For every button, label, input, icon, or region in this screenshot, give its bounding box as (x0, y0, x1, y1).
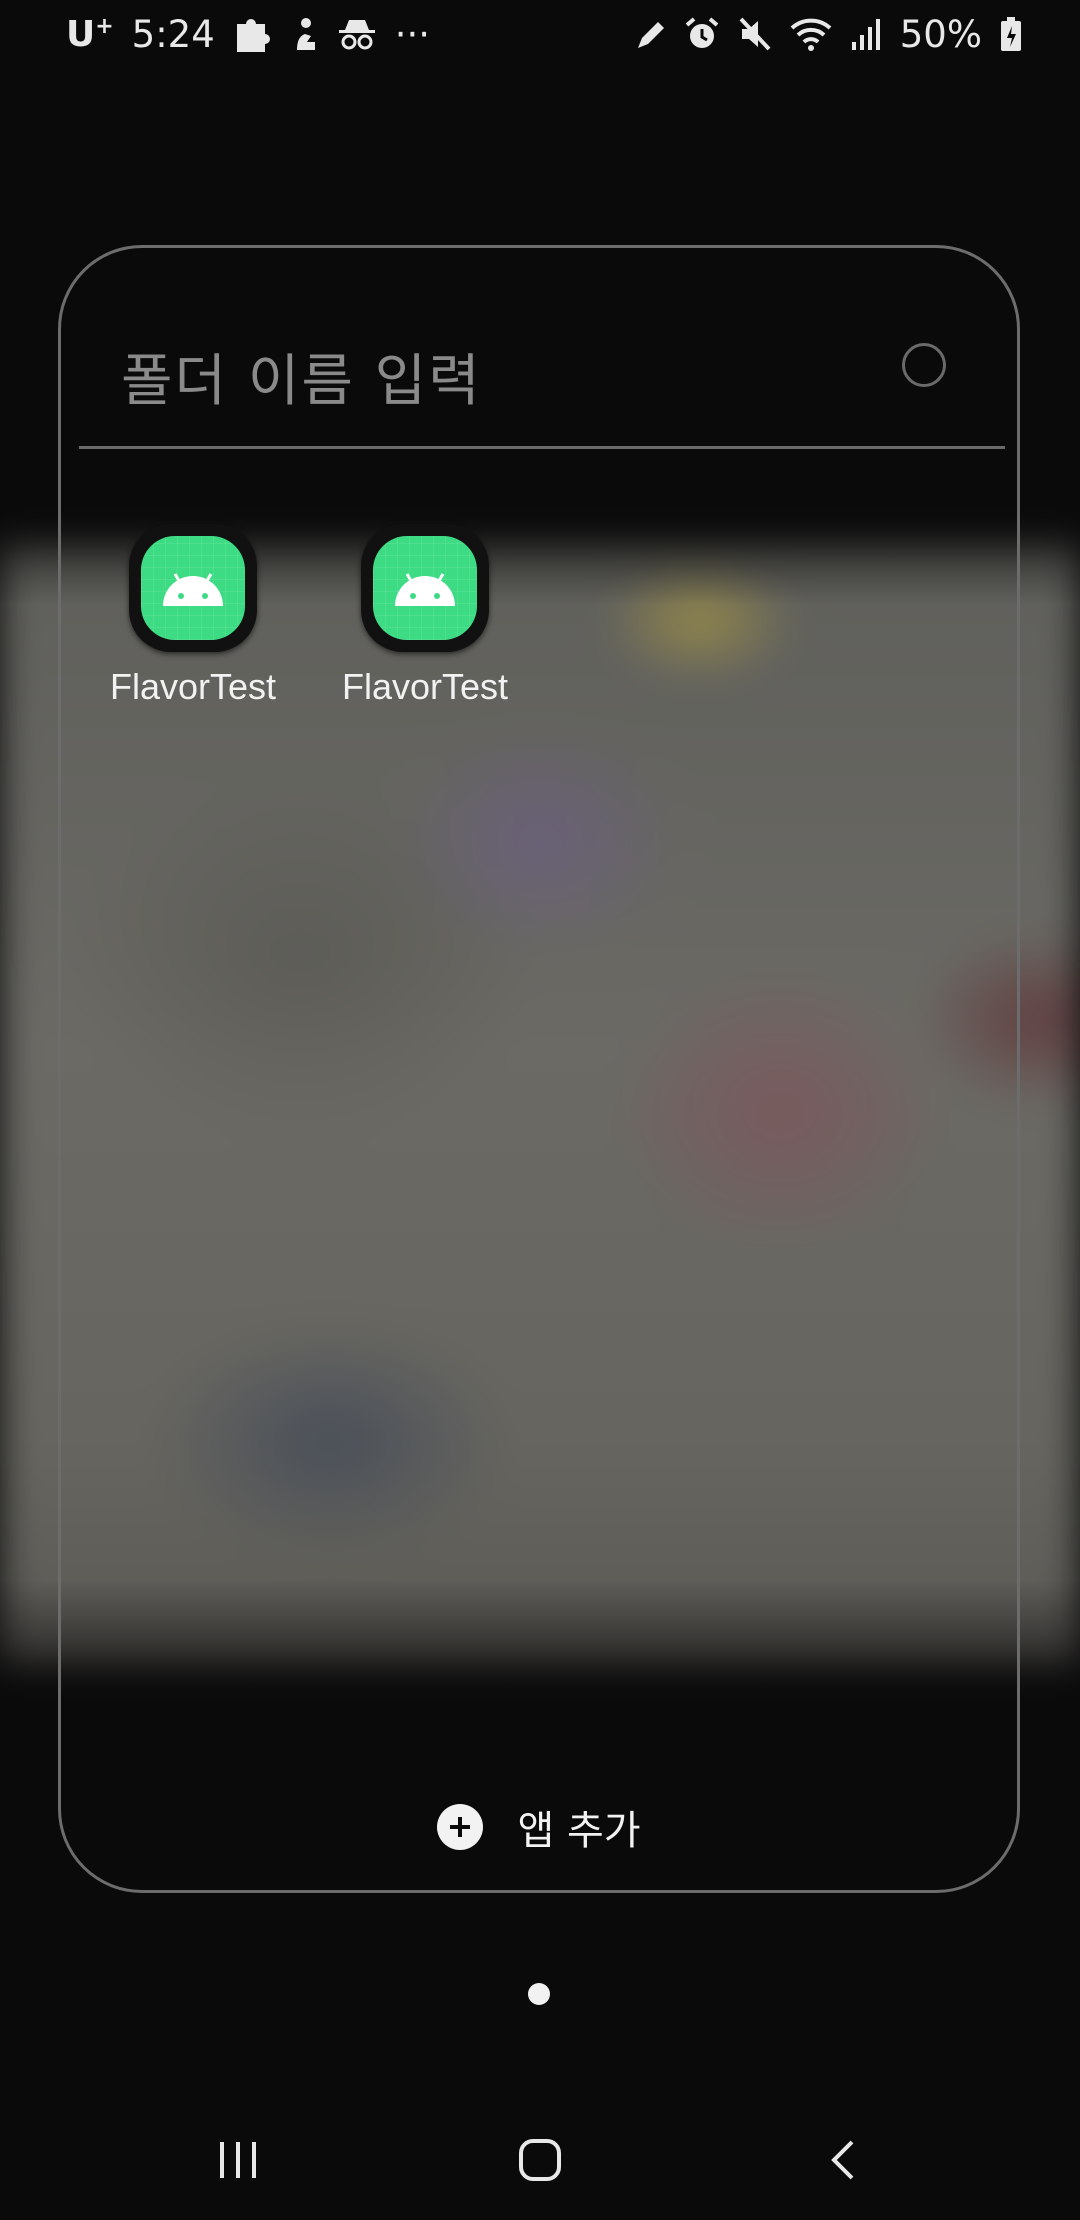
signal-icon (850, 14, 882, 54)
battery-percent: 50% (899, 12, 982, 56)
puzzle-icon (233, 14, 271, 54)
plus-icon (437, 1804, 484, 1850)
app-item[interactable]: FlavorTest (83, 524, 303, 708)
back-icon[interactable] (803, 2130, 883, 2190)
folder-name-input[interactable]: 폴더 이름 입력 (121, 336, 482, 417)
alarm-icon (684, 14, 720, 54)
app-item[interactable]: FlavorTest (315, 524, 535, 708)
wifi-icon (790, 14, 832, 54)
recent-apps-icon[interactable] (198, 2130, 278, 2190)
folder-color-button[interactable] (902, 343, 946, 387)
status-bar-left: U+ 5:24 ··· (66, 13, 430, 56)
android-icon[interactable] (129, 524, 257, 652)
page-indicator-dot (528, 1983, 550, 2005)
incognito-icon (337, 14, 377, 54)
app-label: FlavorTest (109, 666, 277, 707)
mute-icon (738, 14, 772, 54)
carrier-label: U+ (66, 13, 114, 55)
divider (79, 446, 1005, 449)
folder-panel: 폴더 이름 입력 FlavorTest FlavorTest 앱 추가 (58, 245, 1020, 1893)
more-notifications-icon: ··· (394, 12, 431, 56)
add-apps-label: 앱 추가 (517, 1808, 641, 1854)
person-icon (289, 14, 319, 54)
app-label: FlavorTest (341, 666, 509, 707)
android-icon[interactable] (361, 524, 489, 652)
status-bar-right: 50% (634, 13, 1022, 56)
battery-icon (1000, 14, 1022, 54)
add-apps-button[interactable]: 앱 추가 (61, 1798, 1017, 1856)
status-bar: U+ 5:24 ··· 50% (0, 0, 1080, 68)
pen-icon (634, 14, 666, 54)
home-icon[interactable] (500, 2130, 580, 2190)
clock: 5:24 (131, 12, 215, 56)
navigation-bar (0, 2100, 1080, 2220)
